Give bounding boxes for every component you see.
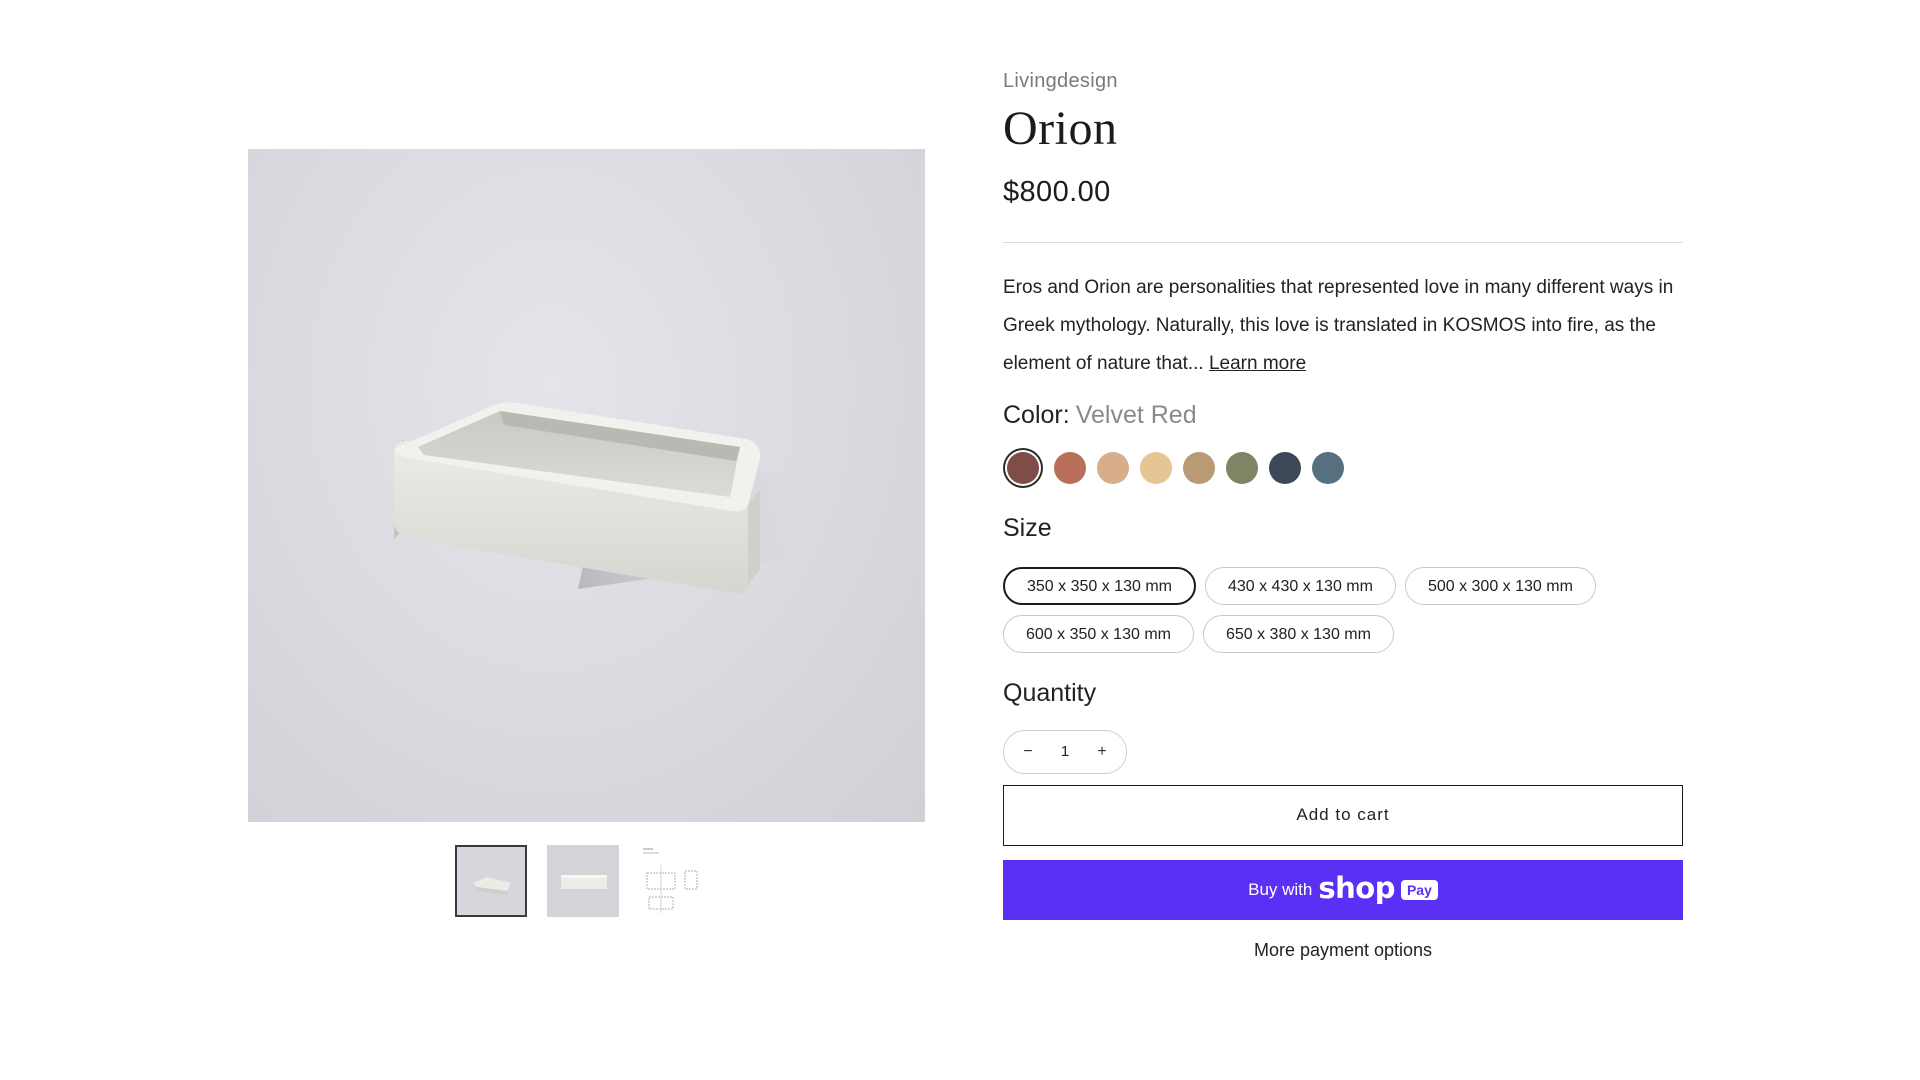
shop-pay-buy-with-text: Buy with — [1248, 879, 1313, 899]
more-payment-options-link[interactable]: More payment options — [1003, 940, 1683, 961]
color-swatch-1[interactable] — [1007, 451, 1039, 484]
thumbnail-1-image — [457, 847, 525, 915]
quantity-decrease-button[interactable]: − — [1014, 738, 1042, 766]
color-swatch-8[interactable] — [1312, 451, 1344, 484]
thumbnail-2-image — [547, 845, 619, 917]
size-option-1[interactable]: 350 x 350 x 130 mm — [1003, 566, 1196, 605]
add-to-cart-button[interactable]: Add to cart — [1003, 784, 1683, 846]
thumbnail-2[interactable] — [547, 845, 619, 917]
technical-drawing-thumbnail — [639, 845, 711, 917]
color-label-text: Color: — [1003, 400, 1070, 429]
learn-more-link[interactable]: Learn more — [1209, 353, 1306, 374]
divider — [1003, 241, 1683, 243]
thumbnail-strip — [455, 845, 711, 919]
color-swatch-3[interactable] — [1097, 451, 1129, 484]
pay-badge: Pay — [1400, 879, 1438, 900]
product-main-image[interactable] — [248, 149, 925, 822]
quantity-stepper: − 1 + — [1003, 729, 1127, 774]
size-label: Size — [1003, 513, 1052, 542]
size-option-5[interactable]: 650 x 380 x 130 mm — [1202, 614, 1394, 653]
product-price: $800.00 — [1003, 175, 1111, 208]
color-label: Color: Velvet Red — [1003, 401, 1683, 430]
product-title: Orion — [1003, 102, 1118, 155]
color-swatch-7[interactable] — [1269, 451, 1301, 484]
shop-pay-button[interactable]: Buy with shop Pay — [1003, 859, 1683, 920]
size-options: 350 x 350 x 130 mm 430 x 430 x 130 mm 500 … — [1003, 566, 1683, 653]
color-swatch-4[interactable] — [1140, 451, 1172, 484]
description-text: Eros and Orion are personalities that re… — [1003, 276, 1674, 374]
size-option-2[interactable]: 430 x 430 x 130 mm — [1204, 566, 1396, 605]
color-selected-value: Velvet Red — [1075, 400, 1197, 429]
shop-logo: shop — [1318, 870, 1395, 905]
color-swatch-6[interactable] — [1226, 451, 1258, 484]
size-option-3[interactable]: 500 x 300 x 130 mm — [1404, 566, 1596, 605]
product-info: Livingdesign Orion $800.00 Eros and Orio… — [1003, 70, 1683, 961]
quantity-increase-button[interactable]: + — [1088, 738, 1116, 766]
color-swatch-2[interactable] — [1054, 451, 1086, 484]
quantity-input[interactable]: 1 — [1045, 743, 1085, 760]
thumbnail-3[interactable] — [639, 845, 711, 917]
thumbnail-1[interactable] — [455, 845, 527, 917]
color-swatch-5[interactable] — [1183, 451, 1215, 484]
product-description: Eros and Orion are personalities that re… — [1003, 269, 1683, 383]
color-swatches — [1003, 451, 1683, 484]
product-vendor: Livingdesign — [1003, 70, 1118, 92]
product-page: Livingdesign Orion $800.00 Eros and Orio… — [0, 0, 1920, 1080]
basin-illustration — [394, 402, 808, 594]
quantity-label: Quantity — [1003, 678, 1097, 707]
size-option-4[interactable]: 600 x 350 x 130 mm — [1003, 614, 1194, 653]
